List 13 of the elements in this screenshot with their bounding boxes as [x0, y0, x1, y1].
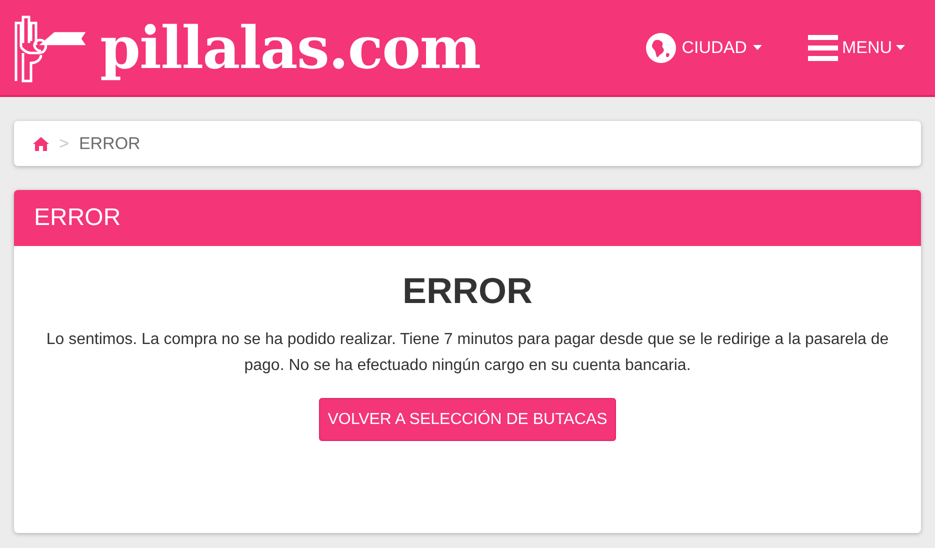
caret-icon: [752, 45, 762, 50]
menu-icon: [808, 34, 838, 60]
error-heading: ERROR: [402, 269, 532, 313]
caret-icon: [896, 45, 905, 50]
breadcrumb-separator: >: [59, 132, 69, 155]
main-menu[interactable]: MENU: [808, 34, 905, 60]
globe-icon: [646, 32, 676, 62]
back-to-seats-button[interactable]: VOLVER A SELECCIÓN DE BUTACAS: [318, 398, 616, 441]
home-icon[interactable]: [33, 136, 49, 150]
breadcrumb-current: ERROR: [78, 132, 140, 155]
city-menu[interactable]: CIUDAD: [646, 32, 762, 62]
panel-title: ERROR: [34, 203, 121, 233]
error-message: Lo sentimos. La compra no se ha podido realizar. Tiene 7 minutos para pagar desde que se le redirige a la pasarela de pago. No se ha efectuado ningún cargo en su cuenta bancaria.: [45, 330, 890, 376]
